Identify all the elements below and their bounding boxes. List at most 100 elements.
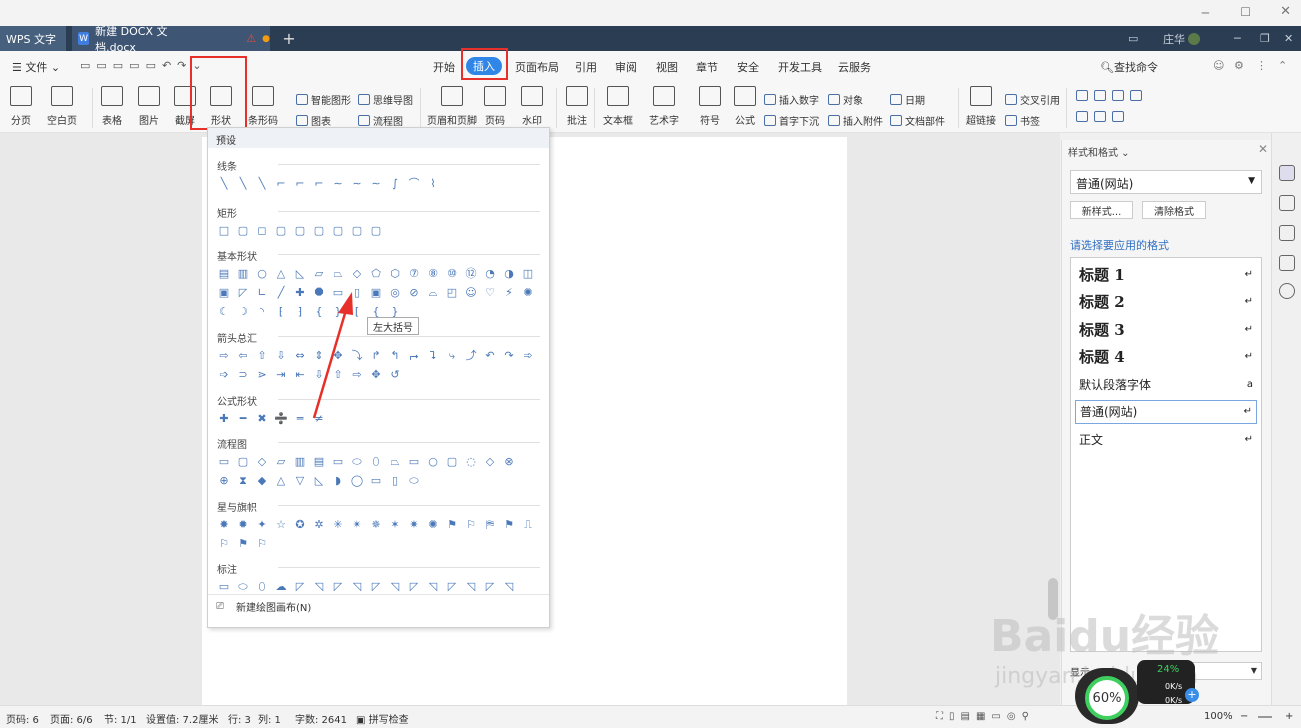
shape-item[interactable]: ○	[255, 267, 269, 281]
style-item[interactable]: 默认段落字体 a	[1075, 372, 1257, 396]
shape-item[interactable]: ▯	[388, 474, 402, 488]
shape-item[interactable]: ⚑	[236, 537, 250, 551]
shape-item[interactable]: ✥	[369, 368, 383, 382]
shape-item[interactable]: ✴	[350, 518, 364, 532]
style-item[interactable]: 标题 3 ↵	[1075, 317, 1257, 341]
shape-item[interactable]: }	[331, 305, 345, 319]
quick-access-toolbar[interactable]: ▭▭▭▭▭↶↷⌄	[80, 59, 208, 72]
shape-item[interactable]: ✖	[255, 412, 269, 426]
shape-item[interactable]: ⌐	[312, 177, 326, 191]
shape-item[interactable]: ⯃	[312, 286, 326, 300]
ribbon-button-7[interactable]: 页眉和页脚	[427, 86, 477, 127]
shape-item[interactable]: ⇧	[255, 349, 269, 363]
collapse-ribbon-icon[interactable]: ⌃	[1278, 59, 1287, 72]
shape-item[interactable]: ◻	[255, 224, 269, 238]
shape-item[interactable]: {	[312, 305, 326, 319]
shape-item[interactable]: ⇕	[312, 349, 326, 363]
document-tab[interactable]: W 新建 DOCX 文档.docx ⚠ ●	[72, 25, 270, 54]
shape-item[interactable]: ⌓	[426, 286, 440, 300]
shape-item[interactable]: ◌	[464, 455, 478, 469]
shape-item[interactable]: ◝	[255, 305, 269, 319]
shape-item[interactable]: ⊗	[502, 455, 516, 469]
shape-item[interactable]: ✚	[217, 412, 231, 426]
ribbon-small-button-0[interactable]: 智能图形	[296, 92, 351, 107]
clear-format-button[interactable]: 清除格式	[1142, 201, 1206, 219]
shape-item[interactable]: ▭	[217, 455, 231, 469]
shape-item[interactable]: ✶	[388, 518, 402, 532]
shape-item[interactable]: ╲	[236, 177, 250, 191]
shape-item[interactable]: ⬠	[369, 267, 383, 281]
shape-item[interactable]: ⮧	[426, 349, 440, 363]
shape-item[interactable]: ━	[236, 412, 250, 426]
tab-cloud[interactable]: 云服务	[838, 59, 871, 75]
shape-item[interactable]: ▢	[369, 224, 383, 238]
shape-item[interactable]: ◇	[255, 455, 269, 469]
shape-item[interactable]: ✸	[217, 518, 231, 532]
shape-item[interactable]: ⁅	[274, 305, 288, 319]
file-menu[interactable]: ☰ 文件 ⌄	[12, 59, 60, 75]
tab-developer[interactable]: 开发工具	[778, 59, 822, 75]
tab-references[interactable]: 引用	[575, 59, 597, 75]
gear-icon[interactable]: ⚙	[1234, 59, 1244, 72]
shape-item[interactable]: ✳	[331, 518, 345, 532]
maximize-button[interactable]: ☐	[1240, 5, 1251, 19]
shape-item[interactable]: ➩	[217, 368, 231, 382]
shape-item[interactable]: ↰	[388, 349, 402, 363]
style-item[interactable]: 普通(网站) ↵	[1075, 399, 1257, 424]
close-button[interactable]: ✕	[1280, 4, 1291, 19]
shape-item[interactable]: ↷	[502, 349, 516, 363]
shape-item[interactable]: ◸	[369, 580, 383, 594]
shape-item[interactable]: ➾	[521, 349, 535, 363]
spell-check[interactable]: ▣ 拼写检查	[356, 711, 409, 726]
shape-item[interactable]: ☾	[217, 305, 231, 319]
new-style-button[interactable]: 新样式...	[1070, 201, 1133, 219]
minimize-button[interactable]: ─	[1202, 6, 1209, 20]
shape-item[interactable]: ◸	[293, 580, 307, 594]
shape-item[interactable]: ▢	[350, 224, 364, 238]
shape-item[interactable]: ♡	[483, 286, 497, 300]
shape-item[interactable]: ⎍	[521, 518, 535, 532]
shape-item[interactable]: ⑩	[445, 267, 459, 281]
shape-item[interactable]: ◺	[312, 474, 326, 488]
shape-item[interactable]: ⌐	[293, 177, 307, 191]
shape-item[interactable]: ◇	[483, 455, 497, 469]
shape-item[interactable]: ◑	[502, 267, 516, 281]
shape-item[interactable]: ═	[293, 412, 307, 426]
ribbon-button-8[interactable]: 页码	[484, 86, 506, 127]
shape-item[interactable]: ▭	[407, 455, 421, 469]
shape-item[interactable]: ⋗	[255, 368, 269, 382]
shape-item[interactable]: ◰	[445, 286, 459, 300]
tab-security[interactable]: 安全	[737, 59, 759, 75]
shape-item[interactable]: ▢	[331, 224, 345, 238]
shape-item[interactable]: ⬭	[407, 474, 421, 488]
shape-item[interactable]: ◸	[331, 580, 345, 594]
shape-item[interactable]: ☽	[236, 305, 250, 319]
ribbon-button-14[interactable]: 公式	[734, 86, 756, 127]
shape-item[interactable]: ◸	[236, 286, 250, 300]
shape-item[interactable]: ↶	[483, 349, 497, 363]
zoom-slider[interactable]	[1258, 716, 1272, 718]
archive-icon[interactable]	[1279, 225, 1295, 241]
shape-item[interactable]: ✺	[426, 518, 440, 532]
shape-item[interactable]: ✦	[255, 518, 269, 532]
ribbon-small-button-4[interactable]: 插入数字	[764, 92, 819, 107]
shape-item[interactable]: ⚐	[255, 537, 269, 551]
ribbon-small-button-3[interactable]: 流程图	[358, 113, 403, 128]
tab-view[interactable]: 视图	[656, 59, 678, 75]
shape-item[interactable]: ▢	[236, 455, 250, 469]
shape-item[interactable]: ⌐	[274, 177, 288, 191]
shape-item[interactable]: ⑦	[407, 267, 421, 281]
shape-item[interactable]: ▭	[369, 474, 383, 488]
shape-item[interactable]: ⬯	[255, 580, 269, 594]
tab-review[interactable]: 审阅	[615, 59, 637, 75]
shape-item[interactable]: ⇔	[293, 349, 307, 363]
zoom-in-icon[interactable]: +	[1285, 711, 1293, 722]
ribbon-button-1[interactable]: 空白页	[47, 86, 77, 127]
shape-item[interactable]: ⚐	[217, 537, 231, 551]
shape-item[interactable]: ▯	[350, 286, 364, 300]
shape-item[interactable]: ◹	[502, 580, 516, 594]
shape-item[interactable]: ☺	[464, 286, 478, 300]
shape-item[interactable]: ╲	[255, 177, 269, 191]
ribbon-button-9[interactable]: 水印	[521, 86, 543, 127]
ribbon-button-3[interactable]: 图片	[138, 86, 160, 127]
